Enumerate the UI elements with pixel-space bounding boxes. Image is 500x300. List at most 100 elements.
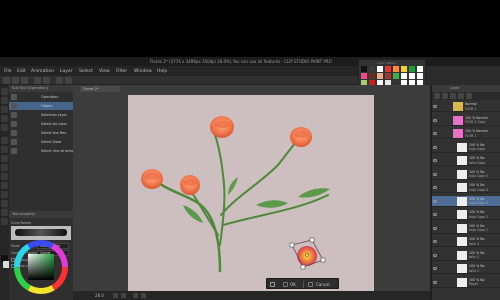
new-folder-icon[interactable] bbox=[442, 93, 448, 99]
layer-row[interactable]: 100 % No tallo 3 bbox=[432, 236, 500, 247]
sub-tool-item[interactable]: Object bbox=[9, 102, 73, 110]
menu-file[interactable]: File bbox=[4, 69, 12, 74]
delete-layer-icon[interactable] bbox=[466, 93, 472, 99]
zoom-tool-icon[interactable] bbox=[1, 88, 8, 95]
clear-icon[interactable] bbox=[56, 77, 63, 84]
menu-select[interactable]: Select bbox=[79, 69, 93, 74]
color-swatch[interactable] bbox=[361, 66, 367, 72]
menu-animation[interactable]: Animation bbox=[31, 69, 54, 74]
rotate-left-icon[interactable] bbox=[133, 293, 138, 298]
menu-filter[interactable]: Filter bbox=[116, 69, 127, 74]
blend-tool-icon[interactable] bbox=[1, 182, 8, 189]
color-swatch[interactable] bbox=[393, 66, 399, 72]
sub-tool-item[interactable]: Select by color bbox=[9, 120, 73, 128]
color-swatch[interactable] bbox=[385, 73, 391, 79]
eye-icon[interactable] bbox=[433, 226, 437, 230]
zoom-level[interactable]: 28.0 bbox=[95, 293, 104, 298]
new-layer-icon[interactable] bbox=[434, 93, 440, 99]
cancel-icon[interactable] bbox=[308, 282, 313, 287]
eye-icon[interactable] bbox=[433, 240, 437, 243]
layer-row[interactable]: 100 % Normal FLOR 1 Copy bbox=[432, 115, 500, 126]
layer-row[interactable]: 100 % No tallo Capa bbox=[432, 155, 500, 166]
eyedropper-icon[interactable] bbox=[1, 124, 8, 131]
color-swatch[interactable] bbox=[369, 73, 375, 79]
color-swatch[interactable] bbox=[369, 66, 375, 72]
transform-handle[interactable] bbox=[320, 257, 326, 263]
eraser-tool-icon[interactable] bbox=[1, 173, 8, 180]
color-swatch[interactable] bbox=[377, 66, 383, 72]
open-icon[interactable] bbox=[12, 77, 19, 84]
figure-tool-icon[interactable] bbox=[1, 209, 8, 216]
color-swatch[interactable] bbox=[409, 73, 415, 79]
eye-icon[interactable] bbox=[433, 213, 437, 216]
eye-icon[interactable] bbox=[433, 253, 437, 257]
zoom-out-icon[interactable] bbox=[113, 293, 118, 298]
sub-tool-item[interactable]: Select line at temp bbox=[9, 147, 74, 155]
menu-window[interactable]: Window bbox=[134, 69, 152, 74]
sub-tool-item[interactable]: Operation bbox=[9, 93, 73, 101]
gradient-tool-icon[interactable] bbox=[1, 200, 8, 207]
layer-row[interactable]: Normal FLOR 1 bbox=[432, 101, 500, 112]
cancel-button[interactable]: Cancel bbox=[316, 282, 330, 287]
brush-tool-icon[interactable] bbox=[1, 155, 8, 162]
pen-tool-icon[interactable] bbox=[1, 137, 8, 144]
move-tool-icon[interactable] bbox=[1, 97, 8, 104]
eye-icon[interactable] bbox=[433, 132, 437, 135]
ok-button[interactable]: OK bbox=[290, 282, 296, 287]
ok-icon[interactable] bbox=[283, 282, 288, 287]
eye-icon[interactable] bbox=[433, 159, 437, 162]
eye-icon[interactable] bbox=[433, 118, 437, 122]
fill-tool-icon[interactable] bbox=[1, 191, 8, 198]
eye-icon[interactable] bbox=[433, 145, 437, 149]
sub-tool-item[interactable]: Selection layer bbox=[9, 111, 73, 119]
selection-tool-icon[interactable] bbox=[1, 115, 8, 122]
color-swatch[interactable] bbox=[385, 66, 391, 72]
sub-tool-item[interactable]: Select Data bbox=[9, 138, 73, 146]
color-swatch[interactable] bbox=[393, 73, 399, 79]
eye-icon[interactable] bbox=[433, 199, 437, 203]
color-swatch[interactable] bbox=[401, 73, 407, 79]
color-wheel[interactable] bbox=[14, 240, 68, 294]
menu-help[interactable]: Help bbox=[157, 69, 167, 74]
save-icon[interactable] bbox=[21, 77, 28, 84]
color-swatch[interactable] bbox=[409, 66, 415, 72]
transform-settings-icon[interactable] bbox=[270, 282, 275, 287]
layer-row[interactable]: 100 % No tallo 2 bbox=[432, 250, 500, 261]
transform-icon[interactable] bbox=[65, 77, 72, 84]
color-swatch[interactable] bbox=[377, 73, 383, 79]
transform-handle[interactable] bbox=[300, 264, 306, 270]
layer-row[interactable]: 100 % No tallo 1 bbox=[432, 263, 500, 274]
undo-icon[interactable] bbox=[34, 77, 41, 84]
transform-handle[interactable] bbox=[309, 237, 315, 243]
color-swatch[interactable] bbox=[361, 73, 367, 79]
eye-icon[interactable] bbox=[433, 186, 437, 189]
transform-handle[interactable] bbox=[289, 242, 295, 248]
color-swatch[interactable] bbox=[417, 73, 423, 79]
layer-row[interactable]: 100 % No hoja Capa 2 bbox=[432, 209, 500, 220]
menu-view[interactable]: View bbox=[99, 69, 110, 74]
sub-tool-item[interactable]: Select the Res bbox=[9, 129, 73, 137]
new-icon[interactable] bbox=[3, 77, 10, 84]
layer-row[interactable]: 100 % No hoja Capa 1 bbox=[432, 223, 500, 234]
zoom-in-icon[interactable] bbox=[121, 293, 126, 298]
eye-icon[interactable] bbox=[433, 267, 437, 270]
menu-layer[interactable]: Layer bbox=[60, 69, 73, 74]
layer-row[interactable]: 100 % No hoja Capa bbox=[432, 142, 500, 153]
eye-icon[interactable] bbox=[433, 172, 437, 176]
text-tool-icon[interactable] bbox=[1, 218, 8, 225]
lock-icon[interactable] bbox=[450, 93, 456, 99]
operation-tool-icon[interactable] bbox=[1, 106, 8, 113]
layer-row[interactable]: 100 % Normal FLOR 1 bbox=[432, 128, 500, 139]
mask-icon[interactable] bbox=[458, 93, 464, 99]
color-swatch[interactable] bbox=[401, 66, 407, 72]
redo-icon[interactable] bbox=[43, 77, 50, 84]
rotate-right-icon[interactable] bbox=[141, 293, 146, 298]
layer-row[interactable]: 100 % No Paper bbox=[432, 277, 500, 288]
color-swatch[interactable] bbox=[417, 66, 423, 72]
canvas-paper[interactable] bbox=[128, 95, 374, 291]
canvas-tab[interactable]: Flores 2* bbox=[80, 86, 120, 92]
layer-row[interactable]: 100 % No hoja Capa 3 bbox=[432, 195, 500, 207]
eye-icon[interactable] bbox=[433, 280, 437, 284]
pencil-tool-icon[interactable] bbox=[1, 146, 8, 153]
menu-edit[interactable]: Edit bbox=[17, 69, 26, 74]
